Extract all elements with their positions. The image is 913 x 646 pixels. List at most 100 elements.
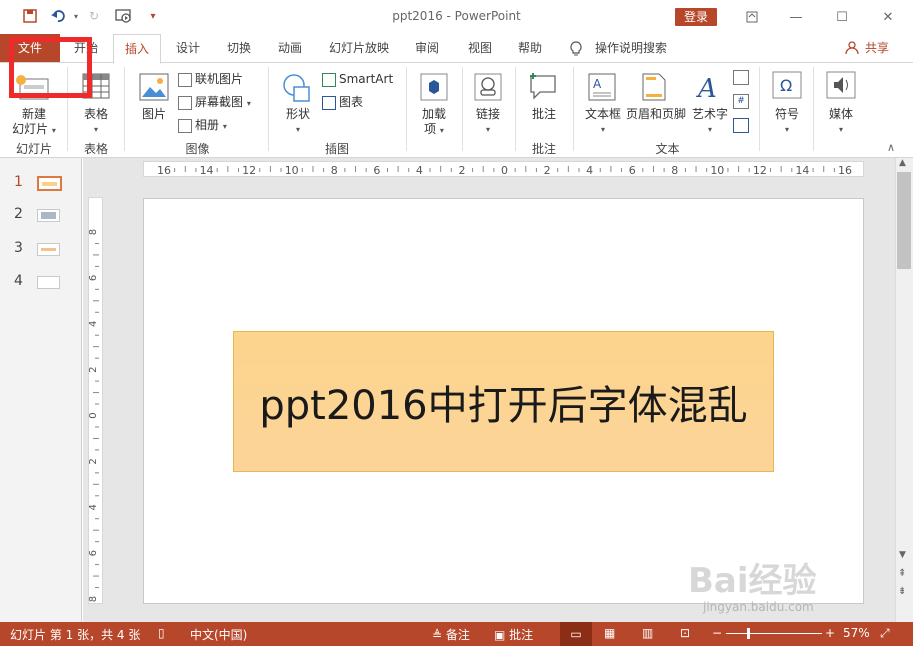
addins-icon[interactable] — [420, 73, 448, 104]
login-button[interactable]: 登录 — [675, 8, 717, 26]
slide-sorter-icon[interactable]: ▦ — [604, 626, 615, 640]
slideshow-from-start-icon[interactable] — [114, 7, 134, 25]
tab-file[interactable]: 文件 — [0, 34, 60, 63]
slide-number-icon[interactable]: # — [733, 94, 749, 109]
links-button[interactable]: 链接 ▾ — [466, 107, 510, 137]
slide-thumbnail-pane: 1 2 3 4 — [0, 158, 82, 622]
picture-icon[interactable] — [139, 73, 169, 104]
share-person-icon[interactable] — [845, 41, 859, 58]
previous-slide-icon[interactable]: ⇞ — [898, 568, 906, 579]
online-pictures-button[interactable]: 联机图片 — [178, 72, 243, 87]
textbox-label: 文本框 — [584, 107, 621, 121]
symbols-caret: ▾ — [784, 125, 789, 134]
media-icon[interactable] — [826, 71, 856, 102]
new-slide-label-2: 幻灯片 ▾ — [12, 122, 56, 136]
picture-button[interactable]: 图片 — [135, 107, 173, 122]
normal-view-icon[interactable]: ▭ — [560, 622, 592, 646]
tab-insert[interactable]: 插入 — [113, 34, 161, 64]
language-status[interactable]: 中文(中国) — [190, 626, 247, 643]
object-icon[interactable] — [733, 118, 749, 133]
comment-button[interactable]: 批注 — [522, 107, 566, 122]
next-slide-icon[interactable]: ⇟ — [898, 586, 906, 597]
shapes-icon[interactable] — [282, 73, 312, 106]
tab-design[interactable]: 设计 — [168, 34, 208, 63]
date-time-icon[interactable] — [733, 70, 749, 85]
smartart-button[interactable]: SmartArt — [322, 72, 393, 87]
fit-to-window-icon[interactable]: ⤢ — [880, 626, 890, 641]
textbox-icon[interactable]: A — [588, 73, 616, 104]
slide-text-box[interactable]: ppt2016中打开后字体混乱 — [233, 331, 774, 472]
symbols-icon[interactable]: Ω — [772, 71, 802, 102]
group-separator — [515, 67, 516, 151]
zoom-slider[interactable] — [726, 633, 822, 634]
table-icon[interactable] — [82, 73, 110, 102]
tab-home[interactable]: 开始 — [66, 34, 106, 63]
slide-thumbnail[interactable] — [37, 209, 60, 222]
group-label-comments: 批注 — [531, 142, 556, 156]
tab-help[interactable]: 帮助 — [510, 34, 550, 63]
group-separator — [406, 67, 407, 151]
comments-button[interactable]: ▣ 批注 — [494, 626, 533, 643]
shapes-button[interactable]: 形状 ▾ — [276, 107, 320, 137]
scrollbar-thumb[interactable] — [897, 172, 911, 269]
chart-button[interactable]: 图表 — [322, 95, 363, 110]
symbols-label: 符号 — [774, 107, 799, 121]
ruler-tick-label: 8 — [671, 164, 678, 177]
slideshow-view-icon[interactable]: ⊡ — [680, 626, 690, 640]
zoom-out-icon[interactable]: − — [712, 626, 722, 640]
addins-button[interactable]: 加载 项 ▾ — [412, 107, 456, 138]
customize-qat-icon[interactable]: ▾ — [145, 7, 161, 25]
slide-thumbnail[interactable] — [37, 243, 60, 256]
accessibility-icon[interactable]: ▯ — [158, 626, 165, 640]
wordart-button[interactable]: 艺术字 ▾ — [688, 107, 732, 137]
link-icon[interactable] — [474, 73, 502, 104]
new-slide-button[interactable]: 新建 幻灯片 ▾ — [8, 107, 60, 138]
redo-icon[interactable]: ↻ — [86, 7, 102, 25]
media-button[interactable]: 媒体 ▾ — [820, 107, 862, 137]
ruler-tick-label: 8 — [89, 229, 99, 235]
screenshot-button[interactable]: 屏幕截图 ▾ — [178, 95, 251, 111]
ruler-tick-label: 8 — [331, 164, 338, 177]
maximize-icon[interactable]: ☐ — [825, 5, 859, 29]
tell-me-search[interactable]: 操作说明搜索 — [595, 34, 671, 63]
photo-album-button[interactable]: 相册 ▾ — [178, 118, 227, 134]
zoom-slider-thumb[interactable] — [747, 628, 750, 639]
new-slide-icon[interactable] — [14, 73, 50, 104]
undo-dropdown-icon[interactable]: ▾ — [68, 7, 84, 25]
share-button[interactable]: 共享 — [862, 34, 892, 63]
tab-view[interactable]: 视图 — [460, 34, 500, 63]
online-pictures-icon — [178, 72, 192, 87]
header-footer-icon[interactable] — [642, 73, 666, 104]
save-icon[interactable] — [22, 7, 38, 25]
table-button[interactable]: 表格 ▾ — [72, 107, 120, 137]
slide-thumbnail[interactable] — [37, 276, 60, 289]
ruler-tick-label: 12 — [242, 164, 256, 177]
group-label-table: 表格 — [83, 142, 108, 156]
undo-icon[interactable] — [50, 7, 66, 25]
notes-icon: ≜ — [432, 628, 443, 642]
tab-slideshow[interactable]: 幻灯片放映 — [322, 34, 396, 63]
comment-icon[interactable] — [528, 71, 558, 104]
scroll-down-icon[interactable]: ▼ — [899, 550, 906, 560]
ribbon-display-options-icon[interactable] — [735, 5, 769, 29]
reading-view-icon[interactable]: ▥ — [642, 626, 653, 640]
slide-thumbnail[interactable] — [37, 176, 62, 191]
scroll-up-icon[interactable]: ▲ — [899, 158, 906, 168]
minimize-icon[interactable]: — — [779, 5, 813, 29]
media-caret: ▾ — [838, 125, 843, 134]
tab-transitions[interactable]: 切换 — [219, 34, 259, 63]
tab-animations[interactable]: 动画 — [270, 34, 310, 63]
wordart-icon[interactable]: A — [696, 73, 722, 104]
new-slide-label-1: 新建 — [21, 107, 46, 121]
title-bar: ▾ ↻ ▾ ppt2016 - PowerPoint 登录 — ☐ ✕ — [0, 0, 913, 34]
header-footer-button[interactable]: 页眉和页脚 — [624, 107, 688, 122]
addins-label-2: 项 ▾ — [424, 122, 444, 136]
symbols-button[interactable]: 符号 ▾ — [766, 107, 808, 137]
close-icon[interactable]: ✕ — [871, 5, 905, 29]
tab-review[interactable]: 审阅 — [407, 34, 447, 63]
textbox-button[interactable]: 文本框 ▾ — [580, 107, 626, 137]
collapse-ribbon-icon[interactable]: ∧ — [887, 141, 895, 154]
notes-button[interactable]: ≜ 备注 — [432, 626, 470, 643]
zoom-in-icon[interactable]: + — [825, 626, 835, 640]
zoom-level[interactable]: 57% — [843, 626, 870, 640]
